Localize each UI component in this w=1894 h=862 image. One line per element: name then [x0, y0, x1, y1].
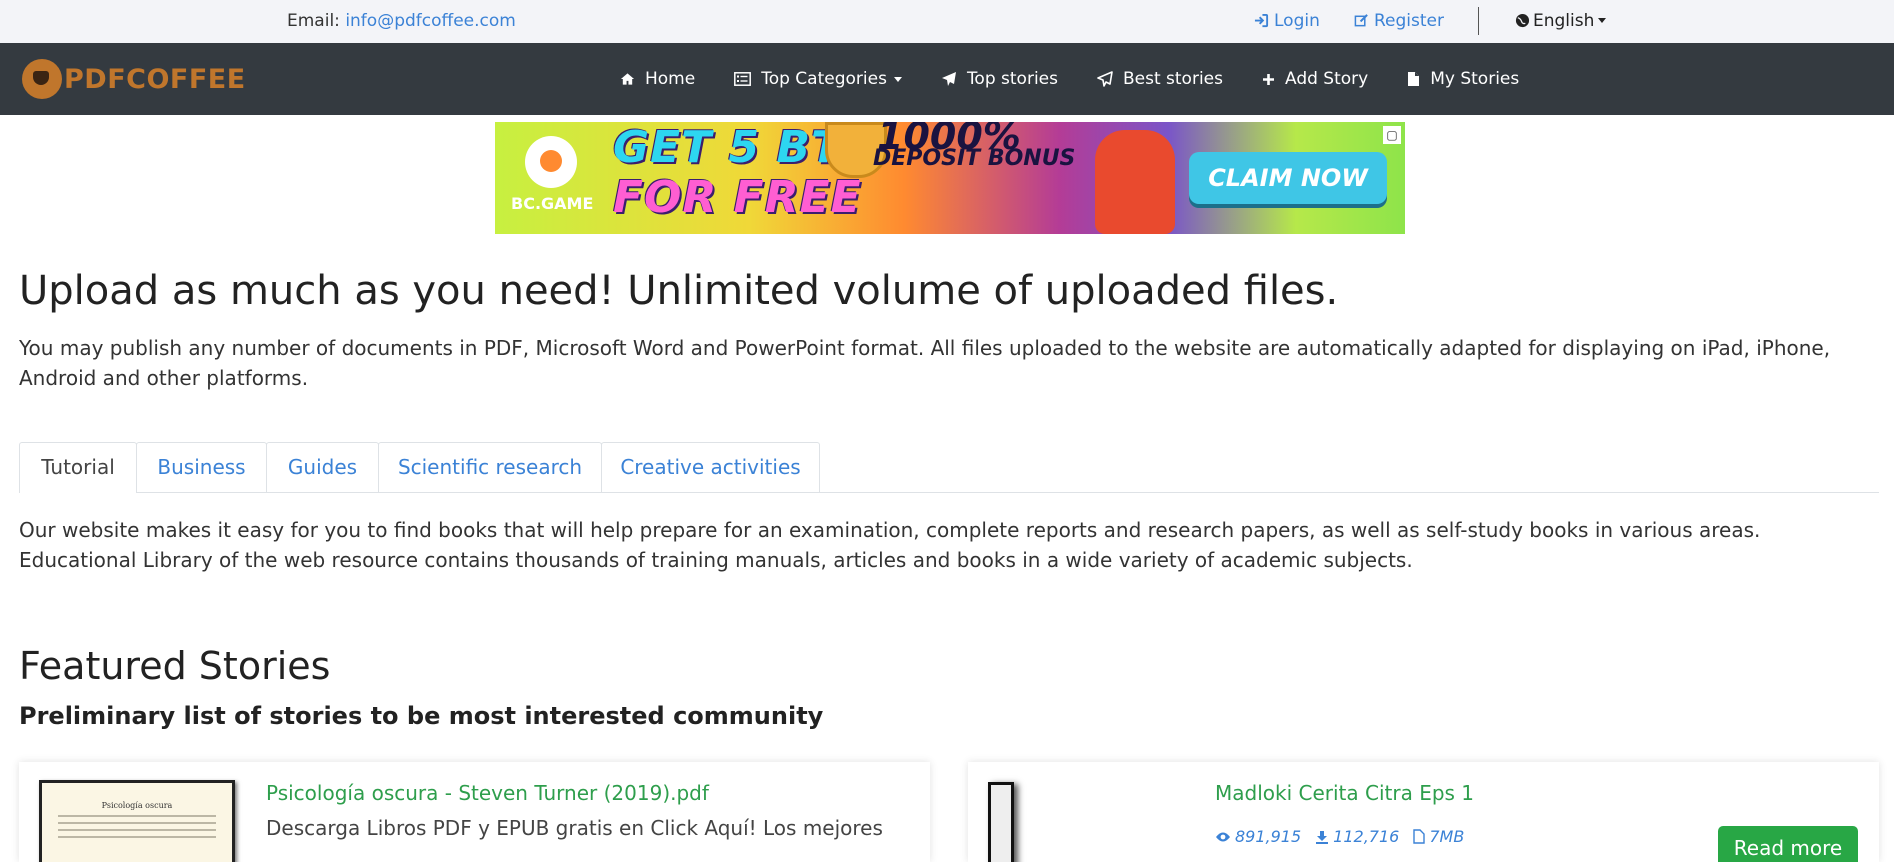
- divider: [1478, 7, 1479, 35]
- story-title-link[interactable]: Madloki Cerita Citra Eps 1: [1215, 781, 1474, 805]
- site-logo[interactable]: PDFCOFFEE: [22, 57, 246, 101]
- nav-item-add-story[interactable]: Add Story: [1262, 69, 1368, 89]
- ad-bonus-text: DEPOSIT BONUS: [873, 146, 1076, 171]
- login-link[interactable]: Login: [1254, 11, 1320, 31]
- login-label: Login: [1274, 11, 1320, 31]
- list-icon: [734, 72, 752, 86]
- plus-icon: [1262, 73, 1274, 85]
- read-more-button[interactable]: Read more: [1718, 826, 1858, 862]
- nav-item-label: Add Story: [1284, 69, 1369, 89]
- thumbnail-title: Psicología oscura: [101, 801, 173, 810]
- nav-item-label: Best stories: [1122, 69, 1223, 89]
- thumbnail-line: [58, 829, 216, 831]
- nav-item-label: Top stories: [966, 69, 1058, 89]
- downloads-value: 112,716: [1333, 827, 1400, 846]
- home-icon: [620, 73, 635, 85]
- paper-plane-outline-icon: [1097, 71, 1113, 87]
- story-description: Descarga Libros PDF y EPUB gratis en Cli…: [266, 816, 883, 840]
- story-thumbnail[interactable]: Psicología oscura: [39, 780, 235, 862]
- story-card: Psicología oscura Psicología oscura - St…: [19, 762, 930, 862]
- ad-mascot-image: [1095, 130, 1175, 234]
- views-value: 891,915: [1235, 827, 1302, 846]
- ad-headline-2: FOR FREE: [613, 172, 862, 223]
- globe-icon: [1515, 13, 1530, 28]
- paper-plane-icon: [941, 72, 956, 86]
- language-selector[interactable]: English: [1515, 11, 1607, 31]
- sign-in-icon: [1254, 13, 1269, 28]
- nav-item-best-stories[interactable]: Best stories: [1097, 69, 1223, 89]
- language-label: English: [1533, 11, 1595, 31]
- nav-item-my-stories[interactable]: My Stories: [1407, 69, 1519, 89]
- chevron-down-icon: [893, 76, 902, 82]
- ad-info-icon[interactable]: ▢: [1383, 126, 1401, 144]
- hero-description: You may publish any number of documents …: [19, 336, 1831, 390]
- nav-item-label: My Stories: [1430, 69, 1520, 89]
- story-stats: 891,915 112,716 7MB: [1215, 827, 1478, 846]
- download-icon: [1316, 830, 1329, 844]
- nav-item-top-categories[interactable]: Top Categories: [734, 69, 902, 89]
- tab-business[interactable]: Business: [136, 442, 267, 492]
- ad-brand-text: BC.GAME: [511, 194, 594, 213]
- file-icon: [1408, 72, 1420, 86]
- file-size-value: 7MB: [1429, 827, 1465, 846]
- bc-game-icon: [525, 136, 577, 188]
- views-count: 891,915: [1215, 827, 1301, 846]
- nav-item-label: Home: [645, 69, 696, 89]
- coffee-cup-icon: [22, 59, 62, 99]
- nav-menu: Home Top Categories Top stories Best sto…: [620, 43, 1558, 115]
- thumbnail-line: [58, 815, 216, 817]
- tab-tutorial[interactable]: Tutorial: [19, 442, 137, 493]
- eye-icon: [1216, 832, 1230, 841]
- thumbnail-line: [58, 822, 216, 824]
- chevron-down-icon: [1598, 18, 1607, 23]
- category-tabs: Tutorial Business Guides Scientific rese…: [19, 442, 1879, 493]
- main-navbar: PDFCOFFEE Home Top Categories Top storie…: [0, 43, 1894, 115]
- ad-banner[interactable]: BC.GAME GET 5 BTC FOR FREE 1000% DEPOSIT…: [495, 122, 1405, 234]
- thumbnail-line: [58, 836, 216, 838]
- nav-item-top-stories[interactable]: Top stories: [941, 69, 1058, 89]
- ad-brand-logo: BC.GAME: [511, 136, 594, 222]
- file-size: 7MB: [1413, 827, 1464, 846]
- story-title-link[interactable]: Psicología oscura - Steven Turner (2019)…: [266, 781, 709, 805]
- nav-item-home[interactable]: Home: [620, 69, 695, 89]
- register-label: Register: [1374, 11, 1444, 31]
- nav-item-label: Top Categories: [761, 69, 887, 89]
- tab-creative-activities[interactable]: Creative activities: [601, 442, 820, 492]
- story-thumbnail[interactable]: [988, 782, 1014, 862]
- downloads-count: 112,716: [1315, 827, 1399, 846]
- email-link[interactable]: info@pdfcoffee.com: [345, 11, 516, 31]
- tab-guides[interactable]: Guides: [266, 442, 379, 492]
- page-title: Upload as much as you need! Unlimited vo…: [19, 268, 1339, 314]
- file-icon: [1413, 829, 1426, 844]
- featured-title: Featured Stories: [19, 644, 331, 688]
- email-label: Email:: [287, 11, 340, 31]
- story-card: Madloki Cerita Citra Eps 1 891,915 112,7…: [968, 762, 1879, 862]
- contact-email: Email: info@pdfcoffee.com: [287, 11, 516, 31]
- featured-subtitle: Preliminary list of stories to be most i…: [19, 702, 824, 730]
- register-link[interactable]: Register: [1354, 11, 1444, 31]
- logo-text: PDFCOFFEE: [64, 63, 246, 95]
- tab-scientific-research[interactable]: Scientific research: [378, 442, 602, 492]
- ad-claim-button[interactable]: CLAIM NOW: [1189, 152, 1387, 204]
- tab-content: Our website makes it easy for you to fin…: [19, 518, 1761, 572]
- edit-icon: [1354, 14, 1368, 27]
- top-bar: Email: info@pdfcoffee.com Login Register…: [0, 0, 1894, 44]
